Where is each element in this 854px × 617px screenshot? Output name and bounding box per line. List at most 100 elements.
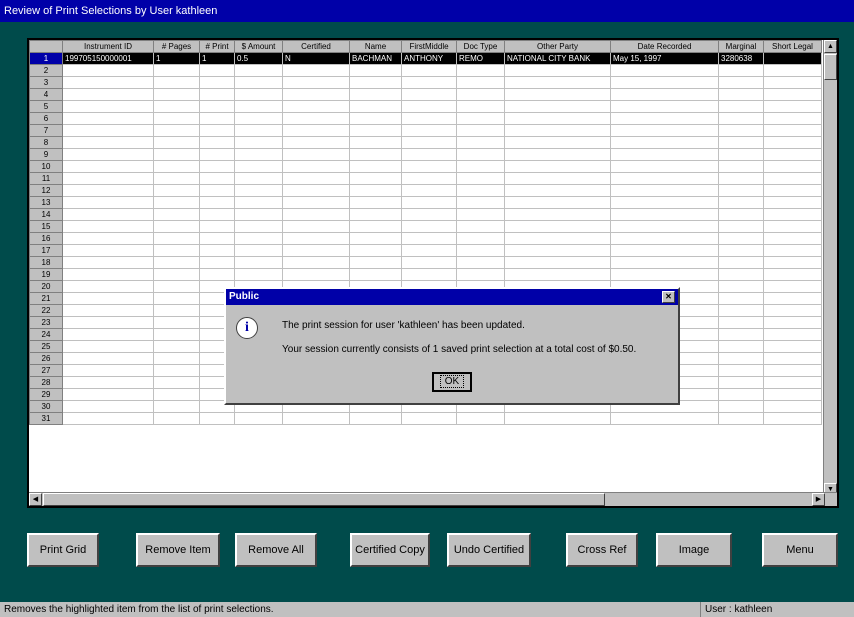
table-cell[interactable] — [234, 244, 283, 257]
table-cell[interactable] — [62, 268, 154, 281]
table-cell[interactable] — [153, 244, 200, 257]
table-cell[interactable] — [718, 268, 764, 281]
table-row[interactable]: 7 — [29, 124, 822, 137]
table-cell[interactable] — [610, 184, 719, 197]
table-cell[interactable] — [610, 172, 719, 185]
row-number[interactable]: 8 — [29, 136, 63, 149]
table-cell[interactable] — [718, 244, 764, 257]
table-cell[interactable] — [456, 112, 505, 125]
table-cell[interactable] — [234, 172, 283, 185]
table-cell[interactable] — [62, 376, 154, 389]
table-cell[interactable] — [199, 64, 235, 77]
table-row[interactable]: 6 — [29, 112, 822, 125]
table-cell[interactable] — [153, 232, 200, 245]
table-cell[interactable] — [504, 208, 611, 221]
table-cell[interactable] — [504, 100, 611, 113]
table-cell[interactable] — [349, 160, 402, 173]
horizontal-scroll-thumb[interactable] — [43, 493, 605, 506]
table-cell[interactable] — [401, 244, 457, 257]
table-cell[interactable] — [153, 112, 200, 125]
table-cell[interactable] — [401, 172, 457, 185]
print-selections-grid[interactable]: Instrument ID # Pages # Print $ Amount Certi… — [27, 38, 839, 508]
table-cell[interactable] — [763, 292, 822, 305]
table-cell[interactable] — [153, 64, 200, 77]
table-cell[interactable] — [282, 112, 350, 125]
table-cell[interactable] — [234, 148, 283, 161]
table-cell[interactable] — [504, 64, 611, 77]
table-cell[interactable] — [282, 172, 350, 185]
horizontal-scrollbar[interactable]: ◀ ▶ — [29, 492, 837, 506]
table-cell[interactable] — [763, 160, 822, 173]
column-header[interactable]: Date Recorded — [610, 40, 719, 53]
table-cell[interactable] — [62, 328, 154, 341]
table-cell[interactable] — [718, 136, 764, 149]
column-header[interactable]: Other Party — [504, 40, 611, 53]
remove-item-button[interactable]: Remove Item — [136, 533, 220, 567]
table-cell[interactable] — [282, 232, 350, 245]
table-cell[interactable] — [401, 412, 457, 425]
table-cell[interactable] — [504, 136, 611, 149]
table-cell[interactable] — [763, 304, 822, 317]
table-cell[interactable] — [763, 280, 822, 293]
table-cell[interactable] — [763, 184, 822, 197]
table-cell[interactable] — [153, 124, 200, 137]
table-cell[interactable] — [62, 76, 154, 89]
table-row[interactable]: 1 199705150000001 1 1 0.5 N BACHMAN ANTHONY REMO… — [29, 52, 822, 65]
table-cell[interactable] — [62, 364, 154, 377]
table-cell[interactable] — [401, 136, 457, 149]
table-cell[interactable] — [718, 388, 764, 401]
table-row[interactable]: 12 — [29, 184, 822, 197]
table-cell[interactable]: 3280638 — [718, 52, 764, 65]
table-cell[interactable] — [199, 232, 235, 245]
table-cell[interactable] — [62, 64, 154, 77]
table-cell[interactable] — [234, 124, 283, 137]
table-cell[interactable] — [763, 196, 822, 209]
table-cell[interactable] — [234, 268, 283, 281]
table-cell[interactable] — [504, 196, 611, 209]
table-cell[interactable] — [610, 220, 719, 233]
table-cell[interactable] — [718, 292, 764, 305]
table-cell[interactable] — [718, 316, 764, 329]
table-cell[interactable]: NATIONAL CITY BANK — [504, 52, 611, 65]
table-cell[interactable] — [199, 112, 235, 125]
table-cell[interactable] — [504, 88, 611, 101]
table-cell[interactable] — [763, 256, 822, 269]
table-cell[interactable] — [62, 160, 154, 173]
table-cell[interactable] — [349, 148, 402, 161]
table-cell[interactable] — [234, 100, 283, 113]
table-cell[interactable] — [282, 256, 350, 269]
table-cell[interactable] — [718, 64, 764, 77]
table-cell[interactable] — [153, 220, 200, 233]
print-grid-button[interactable]: Print Grid — [27, 533, 99, 567]
table-cell[interactable] — [763, 100, 822, 113]
table-cell[interactable] — [718, 232, 764, 245]
table-cell[interactable] — [401, 64, 457, 77]
table-cell[interactable] — [62, 280, 154, 293]
table-cell[interactable] — [62, 244, 154, 257]
column-header[interactable]: Short Legal — [763, 40, 822, 53]
table-cell[interactable] — [234, 112, 283, 125]
table-cell[interactable] — [153, 184, 200, 197]
table-cell[interactable] — [234, 196, 283, 209]
table-cell[interactable] — [234, 88, 283, 101]
row-number[interactable]: 1 — [29, 52, 63, 65]
row-number[interactable]: 29 — [29, 388, 63, 401]
table-cell[interactable] — [610, 112, 719, 125]
row-number[interactable]: 3 — [29, 76, 63, 89]
table-cell[interactable] — [456, 136, 505, 149]
table-cell[interactable] — [401, 76, 457, 89]
table-cell[interactable] — [456, 160, 505, 173]
table-cell[interactable] — [610, 256, 719, 269]
table-cell[interactable] — [282, 76, 350, 89]
table-cell[interactable] — [718, 148, 764, 161]
row-number[interactable]: 21 — [29, 292, 63, 305]
table-cell[interactable] — [62, 316, 154, 329]
table-cell[interactable] — [62, 172, 154, 185]
table-cell[interactable] — [153, 196, 200, 209]
row-number[interactable]: 19 — [29, 268, 63, 281]
table-cell[interactable] — [199, 244, 235, 257]
table-cell[interactable] — [763, 76, 822, 89]
table-cell[interactable] — [234, 160, 283, 173]
table-cell[interactable] — [504, 160, 611, 173]
row-number[interactable]: 9 — [29, 148, 63, 161]
